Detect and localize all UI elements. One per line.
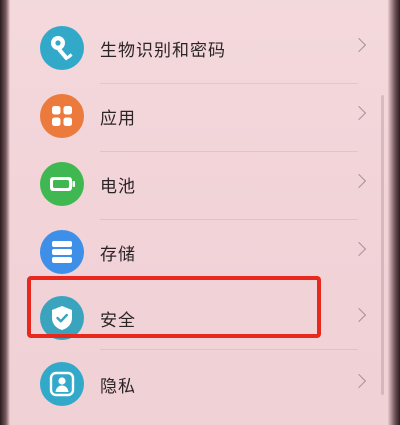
settings-item-biometrics-password[interactable]: 生物识别和密码 xyxy=(8,14,388,82)
security-highlight-box xyxy=(27,276,321,338)
list-divider xyxy=(100,349,358,350)
chevron-right-icon xyxy=(351,241,367,257)
battery-icon xyxy=(40,162,84,206)
list-divider xyxy=(100,151,358,152)
settings-item-label: 生物识别和密码 xyxy=(100,41,226,61)
privacy-person-icon xyxy=(40,362,84,406)
settings-item-battery[interactable]: 电池 xyxy=(8,150,388,218)
settings-item-label: 隐私 xyxy=(100,377,136,397)
settings-screen: 生物识别和密码 应用 电池 存储 安全 隐私 xyxy=(0,0,400,425)
chevron-right-icon xyxy=(351,37,367,53)
apps-grid-icon xyxy=(40,94,84,138)
scrollbar[interactable] xyxy=(381,95,384,395)
key-icon xyxy=(40,26,84,70)
storage-icon xyxy=(40,230,84,274)
list-divider xyxy=(100,83,358,84)
settings-item-apps[interactable]: 应用 xyxy=(8,82,388,150)
chevron-right-icon xyxy=(351,105,367,121)
phone-bezel-right xyxy=(388,0,400,425)
chevron-right-icon xyxy=(351,173,367,189)
settings-item-label: 存储 xyxy=(100,245,136,265)
settings-item-label: 应用 xyxy=(100,109,136,129)
chevron-right-icon xyxy=(351,307,367,323)
chevron-right-icon xyxy=(351,373,367,389)
settings-item-privacy[interactable]: 隐私 xyxy=(8,350,388,418)
settings-item-label: 电池 xyxy=(100,177,136,197)
list-divider xyxy=(100,219,358,220)
